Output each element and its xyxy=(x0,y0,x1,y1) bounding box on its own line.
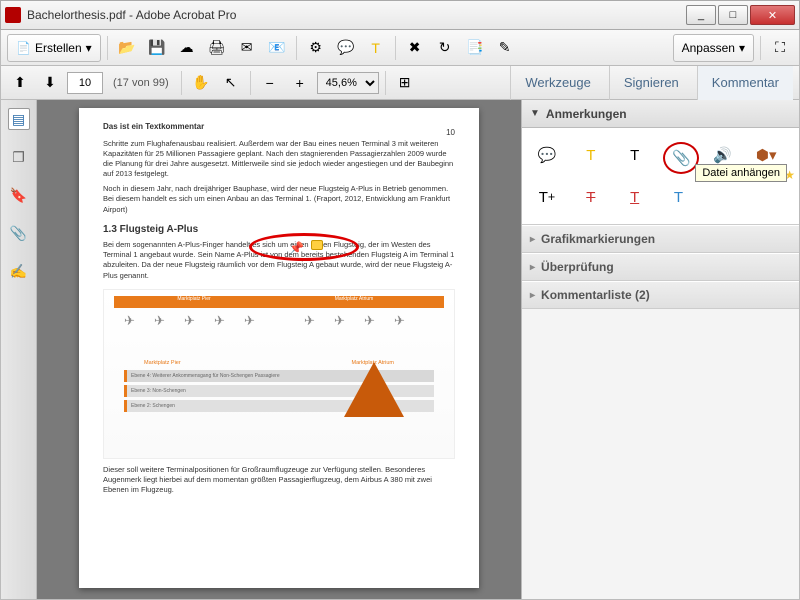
document-area[interactable]: Das ist ein Textkommentar 10 Schritte zu… xyxy=(37,100,521,599)
chevron-right-icon: ▸ xyxy=(530,262,535,273)
nav-toolbar: ⬆ ⬇ (17 von 99) ✋ ↖ − + 45,6% ⊞ Werkzeug… xyxy=(0,66,800,100)
print-button[interactable]: 🖨 xyxy=(204,35,230,61)
minimize-button[interactable]: _ xyxy=(686,5,716,25)
share-button[interactable]: ✉ xyxy=(234,35,260,61)
review-section[interactable]: ▸ Überprüfung xyxy=(522,253,799,281)
select-tool-button[interactable]: ↖ xyxy=(218,70,244,96)
pin-annotation[interactable]: 📌 xyxy=(289,240,304,256)
strikethrough-tool[interactable]: T xyxy=(576,184,606,210)
page-count: (17 von 99) xyxy=(113,77,169,89)
zoom-out-button[interactable]: − xyxy=(257,70,283,96)
separator xyxy=(296,36,297,60)
separator xyxy=(181,71,182,95)
hand-tool-button[interactable]: ✋ xyxy=(188,70,214,96)
bookmarks-icon[interactable]: 🔖 xyxy=(8,184,30,206)
signatures-icon[interactable]: ✍ xyxy=(8,260,30,282)
pages-icon[interactable]: ❐ xyxy=(8,146,30,168)
pdf-page: Das ist ein Textkommentar 10 Schritte zu… xyxy=(79,108,479,588)
main-toolbar: 📄 Erstellen ▾ 📂 💾 ☁ 🖨 ✉ 📧 ⚙ 💬 T ✖ ↻ 📑 ✎ … xyxy=(0,30,800,66)
close-button[interactable]: ✕ xyxy=(750,5,795,25)
extract-button[interactable]: 📑 xyxy=(462,35,488,61)
chevron-down-icon: ▾ xyxy=(739,41,745,55)
ellipse-annotation[interactable] xyxy=(249,233,359,261)
create-label: Erstellen xyxy=(35,41,82,55)
left-sidebar: ▤ ❐ 🔖 📎 ✍ xyxy=(1,100,37,599)
body-text: Schritte zum Flughafenausbau realisiert.… xyxy=(103,139,455,180)
edit-button[interactable]: ✎ xyxy=(492,35,518,61)
mail-button[interactable]: 📧 xyxy=(264,35,290,61)
create-icon: 📄 xyxy=(16,41,31,55)
separator xyxy=(107,36,108,60)
replace-text-tool[interactable]: T xyxy=(663,184,693,210)
fullscreen-button[interactable]: ⛶ xyxy=(767,35,793,61)
cloud-button[interactable]: ☁ xyxy=(174,35,200,61)
zoom-in-button[interactable]: + xyxy=(287,70,313,96)
comments-panel: ▼ Anmerkungen 💬 T T 📎 🔊 ⬢▾ T+ T T T Date… xyxy=(521,100,799,599)
page-input[interactable] xyxy=(67,72,103,94)
page-number: 10 xyxy=(446,128,455,139)
separator xyxy=(395,36,396,60)
body-text: Noch in diesem Jahr, nach dreijähriger B… xyxy=(103,184,455,214)
thumbnails-icon[interactable]: ▤ xyxy=(8,108,30,130)
commentlist-section[interactable]: ▸ Kommentarliste (2) xyxy=(522,281,799,309)
insert-text-tool[interactable]: T+ xyxy=(532,184,562,210)
open-button[interactable]: 📂 xyxy=(114,35,140,61)
section-label: Überprüfung xyxy=(541,260,614,274)
save-button[interactable]: 💾 xyxy=(144,35,170,61)
text-tool[interactable]: T xyxy=(620,142,650,168)
maximize-button[interactable]: □ xyxy=(718,5,748,25)
comment-bubble-button[interactable]: 💬 xyxy=(333,35,359,61)
sign-tab[interactable]: Signieren xyxy=(609,66,693,100)
fit-button[interactable]: ⊞ xyxy=(392,70,418,96)
chevron-down-icon: ▼ xyxy=(530,108,540,119)
tooltip: Datei anhängen xyxy=(695,164,787,182)
chevron-down-icon: ▾ xyxy=(86,41,92,55)
highlight-button[interactable]: T xyxy=(363,35,389,61)
rotate-button[interactable]: ↻ xyxy=(432,35,458,61)
separator xyxy=(250,71,251,95)
zoom-select[interactable]: 45,6% xyxy=(317,72,379,94)
tools-tab[interactable]: Werkzeuge xyxy=(510,66,605,100)
window-controls: _ □ ✕ xyxy=(686,5,795,25)
page-up-button[interactable]: ⬆ xyxy=(7,70,33,96)
customize-button[interactable]: Anpassen ▾ xyxy=(673,34,754,62)
comment-tab[interactable]: Kommentar xyxy=(697,66,793,100)
underline-tool[interactable]: T xyxy=(620,184,650,210)
window-title: Bachelorthesis.pdf - Adobe Acrobat Pro xyxy=(27,8,686,22)
highlight-text-tool[interactable]: T xyxy=(576,142,606,168)
sticky-note-tool[interactable]: 💬 xyxy=(532,142,562,168)
chevron-right-icon: ▸ xyxy=(530,290,535,301)
body-text: Dieser soll weitere Terminalpositionen f… xyxy=(103,465,455,495)
separator xyxy=(385,71,386,95)
delete-page-button[interactable]: ✖ xyxy=(402,35,428,61)
settings-button[interactable]: ⚙ xyxy=(303,35,329,61)
annotation-tools: 💬 T T 📎 🔊 ⬢▾ T+ T T T Datei anhängen ★ xyxy=(522,128,799,225)
graphics-section[interactable]: ▸ Grafikmarkierungen xyxy=(522,225,799,253)
sticky-note-annotation[interactable] xyxy=(311,240,323,250)
separator xyxy=(760,36,761,60)
attachments-icon[interactable]: 📎 xyxy=(8,222,30,244)
annotations-header[interactable]: ▼ Anmerkungen xyxy=(522,100,799,128)
section-label: Grafikmarkierungen xyxy=(541,232,655,246)
text-comment: Das ist ein Textkommentar xyxy=(103,122,455,133)
terminal-diagram: Marktplatz Pier Marktplatz Atrium ✈ ✈ ✈ … xyxy=(103,289,455,459)
chevron-right-icon: ▸ xyxy=(530,234,535,245)
customize-label: Anpassen xyxy=(682,41,735,55)
main-area: ▤ ❐ 🔖 📎 ✍ Das ist ein Textkommentar 10 S… xyxy=(0,100,800,600)
section-label: Kommentarliste (2) xyxy=(541,288,650,302)
title-bar: Bachelorthesis.pdf - Adobe Acrobat Pro _… xyxy=(0,0,800,30)
page-down-button[interactable]: ⬇ xyxy=(37,70,63,96)
attach-file-tool[interactable]: 📎 xyxy=(663,142,699,174)
app-icon xyxy=(5,7,21,23)
create-button[interactable]: 📄 Erstellen ▾ xyxy=(7,34,101,62)
annotations-label: Anmerkungen xyxy=(546,107,627,121)
